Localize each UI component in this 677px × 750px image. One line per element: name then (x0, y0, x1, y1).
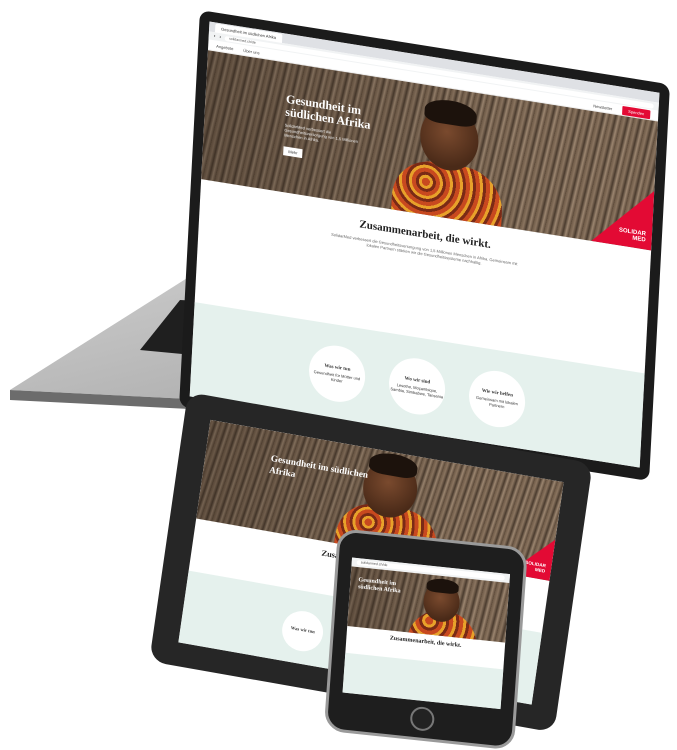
feature-circle[interactable]: Was wir tun Gesundheit für Mütter und Kin… (307, 341, 367, 406)
phone-screen: solidarmed.ch/de Gesundheit im südlichen… (342, 557, 511, 710)
feature-circle[interactable]: Wie wir helfen Gemeinsam mit lokalen Part… (467, 366, 527, 432)
back-icon[interactable]: ‹ (214, 33, 216, 39)
laptop-screen: Gesundheit im südlichen Afrika ‹ › solid… (189, 21, 660, 468)
nav-item-angebote[interactable]: Angebote (216, 43, 233, 51)
tablet-feature-circle[interactable]: Was wir tun (279, 607, 326, 655)
nav-item-ueber-uns[interactable]: Über uns (243, 47, 259, 55)
phone: solidarmed.ch/de Gesundheit im südlichen… (323, 528, 528, 750)
nav-newsletter[interactable]: Newsletter (593, 103, 612, 111)
feature-circle[interactable]: Wo wir sind Lesotho, Moçambique, Sambia, … (387, 354, 447, 419)
forward-icon[interactable]: › (219, 34, 221, 40)
